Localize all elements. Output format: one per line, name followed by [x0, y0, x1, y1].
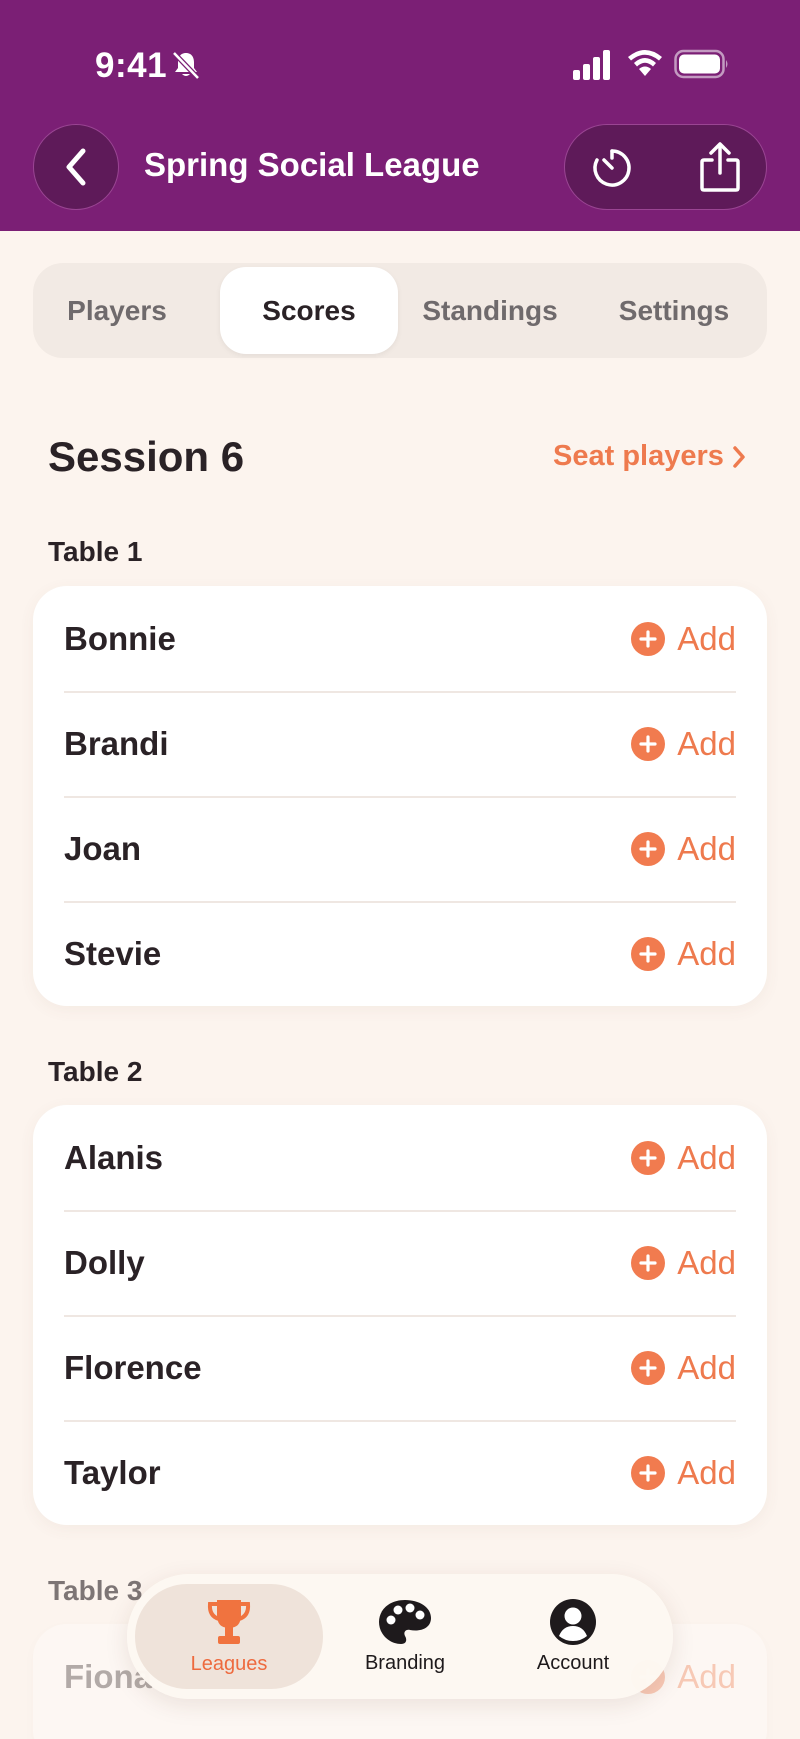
- player-name: Alanis: [64, 1138, 164, 1176]
- player-row: Florence Add: [33, 1315, 767, 1420]
- player-row: Brandi Add: [33, 691, 767, 796]
- player-name: Stevie: [64, 934, 162, 972]
- seat-players-label: Seat players: [553, 440, 724, 472]
- battery-icon: [674, 49, 728, 79]
- plus-circle-icon: [631, 1350, 666, 1385]
- player-name: Joan: [64, 829, 142, 867]
- bell-slash-icon: [172, 51, 200, 80]
- session-title: Session 6: [48, 433, 245, 480]
- tab-label: Account: [536, 1652, 610, 1674]
- player-name: Florence: [64, 1348, 202, 1386]
- player-name: Brandi: [64, 724, 169, 762]
- player-name: Bonnie: [64, 619, 176, 657]
- add-score-button[interactable]: Add: [631, 1244, 736, 1282]
- plus-circle-icon: [631, 831, 666, 866]
- player-row: Bonnie Add: [33, 586, 767, 691]
- plus-circle-icon: [631, 936, 666, 971]
- add-score-button[interactable]: Add: [631, 830, 736, 868]
- timer-icon: [593, 149, 631, 187]
- player-row: Dolly Add: [33, 1210, 767, 1315]
- table-label: Table 3: [48, 1575, 143, 1606]
- tab-label: Branding: [364, 1652, 446, 1674]
- add-score-button[interactable]: Add: [631, 935, 736, 973]
- add-score-button[interactable]: Add: [631, 1139, 736, 1177]
- table-card: Bonnie Add Brandi Add Joan Add Stevie Ad…: [33, 586, 767, 1006]
- add-label: Add: [677, 1348, 736, 1386]
- player-name: Dolly: [64, 1243, 145, 1281]
- table-label: Table 1: [48, 536, 143, 567]
- tab-account[interactable]: Account: [487, 1584, 659, 1689]
- add-label: Add: [677, 1138, 736, 1176]
- add-label: Add: [677, 1243, 736, 1281]
- plus-circle-icon: [631, 1455, 666, 1490]
- wifi-icon: [628, 50, 662, 76]
- trophy-icon: [207, 1600, 251, 1644]
- table-card: Alanis Add Dolly Add Florence Add Taylor…: [33, 1105, 767, 1525]
- chevron-left-icon: [66, 148, 86, 186]
- player-row: Alanis Add: [33, 1105, 767, 1210]
- add-score-button[interactable]: Add: [631, 1454, 736, 1492]
- signal-icon: [573, 50, 610, 80]
- tab-label: Leagues: [190, 1653, 268, 1675]
- add-label: Add: [677, 724, 736, 762]
- header: 9:41 Spring Social League: [0, 0, 800, 231]
- plus-circle-icon: [631, 1140, 666, 1175]
- player-row: Stevie Add: [33, 901, 767, 1006]
- tab-leagues[interactable]: Leagues: [135, 1584, 323, 1689]
- status-time: 9:41: [95, 46, 168, 85]
- share-icon: [700, 142, 740, 192]
- timer-button[interactable]: [587, 143, 637, 193]
- tab-settings[interactable]: Settings: [589, 267, 759, 354]
- plus-circle-icon: [631, 621, 666, 656]
- seat-players-link[interactable]: Seat players: [553, 440, 746, 473]
- add-label: Add: [677, 934, 736, 972]
- tab-standings[interactable]: Standings: [405, 267, 575, 354]
- table-label: Table 2: [48, 1056, 143, 1087]
- page-title: Spring Social League: [144, 146, 480, 183]
- add-score-button[interactable]: Add: [631, 1349, 736, 1387]
- add-label: Add: [677, 1453, 736, 1491]
- add-label: Add: [677, 1657, 736, 1695]
- tab-branding[interactable]: Branding: [323, 1584, 487, 1689]
- plus-circle-icon: [631, 726, 666, 761]
- player-row: Joan Add: [33, 796, 767, 901]
- player-row: Taylor Add: [33, 1420, 767, 1525]
- add-label: Add: [677, 829, 736, 867]
- plus-circle-icon: [631, 1245, 666, 1280]
- palette-icon: [379, 1600, 431, 1644]
- add-score-button[interactable]: Add: [631, 620, 736, 658]
- share-button[interactable]: [695, 139, 745, 195]
- player-name: Taylor: [64, 1453, 161, 1491]
- chevron-right-icon: [733, 445, 745, 468]
- status-bar: 9:41: [0, 0, 800, 120]
- back-button[interactable]: [33, 124, 119, 210]
- add-label: Add: [677, 619, 736, 657]
- person-circle-icon: [550, 1599, 596, 1645]
- tab-players[interactable]: Players: [37, 267, 197, 354]
- segmented-control: Players Scores Standings Settings: [33, 263, 767, 358]
- add-score-button[interactable]: Add: [631, 725, 736, 763]
- bottom-tab-bar: Leagues Branding Account: [127, 1574, 673, 1699]
- tab-scores[interactable]: Scores: [220, 267, 398, 354]
- header-actions: [564, 124, 767, 210]
